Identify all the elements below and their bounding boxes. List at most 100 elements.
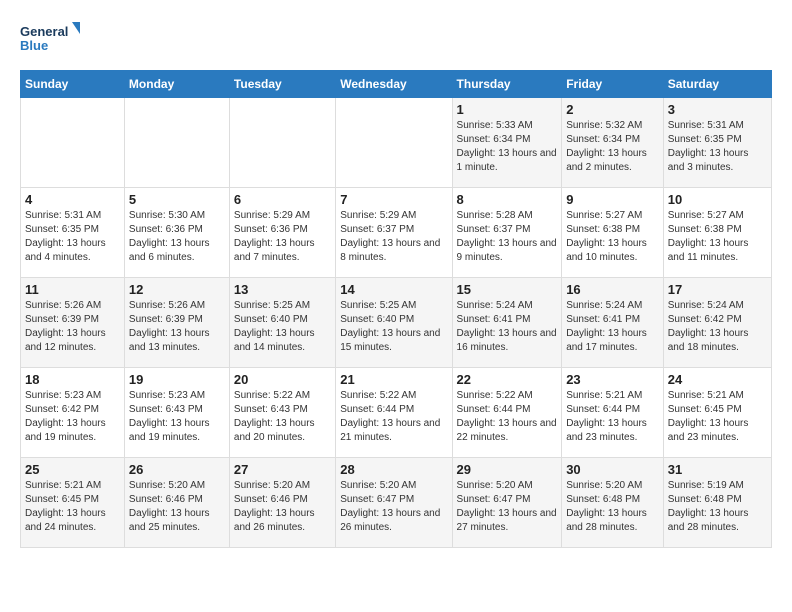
day-info: Sunrise: 5:20 AMSunset: 6:47 PMDaylight:… (340, 479, 447, 535)
day-cell-30: 30Sunrise: 5:20 AMSunset: 6:48 PMDayligh… (562, 458, 664, 548)
week-row-4: 18 Sunrise: 5:23 AMSunset: 6:42 PMDayligh… (21, 368, 772, 458)
day-number: 24 (668, 372, 767, 387)
day-cell-24: 24 Sunrise: 5:21 AMSunset: 6:45 PMDayligh… (663, 368, 771, 458)
header-cell-tuesday: Tuesday (229, 71, 335, 98)
day-cell-4: 4Sunrise: 5:31 AMSunset: 6:35 PMDaylight… (21, 188, 125, 278)
header-row: SundayMondayTuesdayWednesdayThursdayFrid… (21, 71, 772, 98)
header: General Blue (20, 20, 772, 60)
week-row-2: 4Sunrise: 5:31 AMSunset: 6:35 PMDaylight… (21, 188, 772, 278)
day-cell-21: 21 Sunrise: 5:22 AMSunset: 6:44 PMDayligh… (336, 368, 452, 458)
week-row-5: 25Sunrise: 5:21 AMSunset: 6:45 PMDayligh… (21, 458, 772, 548)
day-cell-23: 23 Sunrise: 5:21 AMSunset: 6:44 PMDayligh… (562, 368, 664, 458)
day-number: 19 (129, 372, 225, 387)
day-info: Sunrise: 5:19 AMSunset: 6:48 PMDaylight:… (668, 479, 767, 535)
day-number: 28 (340, 462, 447, 477)
header-cell-saturday: Saturday (663, 71, 771, 98)
header-cell-thursday: Thursday (452, 71, 562, 98)
day-info: Sunrise: 5:22 AMSunset: 6:44 PMDaylight:… (457, 389, 558, 445)
day-number: 10 (668, 192, 767, 207)
day-info: Sunrise: 5:21 AMSunset: 6:45 PMDaylight:… (668, 389, 767, 445)
day-number: 8 (457, 192, 558, 207)
day-info: Sunrise: 5:20 AMSunset: 6:47 PMDaylight:… (457, 479, 558, 535)
day-info: Sunrise: 5:22 AMSunset: 6:43 PMDaylight:… (234, 389, 331, 445)
week-row-3: 11Sunrise: 5:26 AMSunset: 6:39 PMDayligh… (21, 278, 772, 368)
day-info: Sunrise: 5:23 AMSunset: 6:42 PMDaylight:… (25, 389, 120, 445)
day-number: 1 (457, 102, 558, 117)
header-cell-wednesday: Wednesday (336, 71, 452, 98)
day-number: 23 (566, 372, 659, 387)
day-number: 17 (668, 282, 767, 297)
day-number: 21 (340, 372, 447, 387)
day-cell-5: 5Sunrise: 5:30 AMSunset: 6:36 PMDaylight… (124, 188, 229, 278)
day-number: 26 (129, 462, 225, 477)
day-cell-empty (336, 98, 452, 188)
header-cell-friday: Friday (562, 71, 664, 98)
day-info: Sunrise: 5:20 AMSunset: 6:46 PMDaylight:… (129, 479, 225, 535)
day-cell-29: 29 Sunrise: 5:20 AMSunset: 6:47 PMDayligh… (452, 458, 562, 548)
day-cell-9: 9Sunrise: 5:27 AMSunset: 6:38 PMDaylight… (562, 188, 664, 278)
day-number: 15 (457, 282, 558, 297)
day-number: 4 (25, 192, 120, 207)
day-cell-3: 3 Sunrise: 5:31 AMSunset: 6:35 PMDaylight… (663, 98, 771, 188)
day-cell-empty (229, 98, 335, 188)
day-cell-19: 19 Sunrise: 5:23 AMSunset: 6:43 PMDayligh… (124, 368, 229, 458)
day-cell-10: 10 Sunrise: 5:27 AMSunset: 6:38 PMDayligh… (663, 188, 771, 278)
day-number: 30 (566, 462, 659, 477)
day-info: Sunrise: 5:31 AMSunset: 6:35 PMDaylight:… (668, 119, 767, 175)
day-number: 11 (25, 282, 120, 297)
day-info: Sunrise: 5:20 AMSunset: 6:46 PMDaylight:… (234, 479, 331, 535)
day-cell-25: 25Sunrise: 5:21 AMSunset: 6:45 PMDayligh… (21, 458, 125, 548)
day-cell-20: 20 Sunrise: 5:22 AMSunset: 6:43 PMDayligh… (229, 368, 335, 458)
day-cell-14: 14 Sunrise: 5:25 AMSunset: 6:40 PMDayligh… (336, 278, 452, 368)
day-cell-1: 1Sunrise: 5:33 AMSunset: 6:34 PMDaylight… (452, 98, 562, 188)
day-cell-2: 2 Sunrise: 5:32 AMSunset: 6:34 PMDaylight… (562, 98, 664, 188)
day-number: 27 (234, 462, 331, 477)
day-number: 14 (340, 282, 447, 297)
day-number: 2 (566, 102, 659, 117)
day-info: Sunrise: 5:25 AMSunset: 6:40 PMDaylight:… (340, 299, 447, 355)
day-number: 5 (129, 192, 225, 207)
logo-svg: General Blue (20, 20, 80, 60)
day-cell-31: 31 Sunrise: 5:19 AMSunset: 6:48 PMDayligh… (663, 458, 771, 548)
day-info: Sunrise: 5:27 AMSunset: 6:38 PMDaylight:… (668, 209, 767, 265)
day-info: Sunrise: 5:25 AMSunset: 6:40 PMDaylight:… (234, 299, 331, 355)
day-info: Sunrise: 5:29 AMSunset: 6:36 PMDaylight:… (234, 209, 331, 265)
day-number: 16 (566, 282, 659, 297)
day-info: Sunrise: 5:22 AMSunset: 6:44 PMDaylight:… (340, 389, 447, 445)
day-number: 29 (457, 462, 558, 477)
day-info: Sunrise: 5:27 AMSunset: 6:38 PMDaylight:… (566, 209, 659, 265)
day-cell-11: 11Sunrise: 5:26 AMSunset: 6:39 PMDayligh… (21, 278, 125, 368)
day-cell-22: 22 Sunrise: 5:22 AMSunset: 6:44 PMDayligh… (452, 368, 562, 458)
day-info: Sunrise: 5:23 AMSunset: 6:43 PMDaylight:… (129, 389, 225, 445)
day-cell-8: 8 Sunrise: 5:28 AMSunset: 6:37 PMDaylight… (452, 188, 562, 278)
day-cell-7: 7Sunrise: 5:29 AMSunset: 6:37 PMDaylight… (336, 188, 452, 278)
day-cell-empty (21, 98, 125, 188)
day-number: 7 (340, 192, 447, 207)
day-info: Sunrise: 5:28 AMSunset: 6:37 PMDaylight:… (457, 209, 558, 265)
calendar-table: SundayMondayTuesdayWednesdayThursdayFrid… (20, 70, 772, 548)
header-cell-sunday: Sunday (21, 71, 125, 98)
day-cell-6: 6 Sunrise: 5:29 AMSunset: 6:36 PMDaylight… (229, 188, 335, 278)
day-info: Sunrise: 5:21 AMSunset: 6:45 PMDaylight:… (25, 479, 120, 535)
day-cell-13: 13Sunrise: 5:25 AMSunset: 6:40 PMDayligh… (229, 278, 335, 368)
day-number: 3 (668, 102, 767, 117)
week-row-1: 1Sunrise: 5:33 AMSunset: 6:34 PMDaylight… (21, 98, 772, 188)
day-number: 18 (25, 372, 120, 387)
day-cell-27: 27 Sunrise: 5:20 AMSunset: 6:46 PMDayligh… (229, 458, 335, 548)
day-cell-12: 12Sunrise: 5:26 AMSunset: 6:39 PMDayligh… (124, 278, 229, 368)
header-cell-monday: Monday (124, 71, 229, 98)
day-number: 31 (668, 462, 767, 477)
day-number: 6 (234, 192, 331, 207)
day-number: 20 (234, 372, 331, 387)
day-info: Sunrise: 5:24 AMSunset: 6:41 PMDaylight:… (457, 299, 558, 355)
day-number: 22 (457, 372, 558, 387)
day-info: Sunrise: 5:21 AMSunset: 6:44 PMDaylight:… (566, 389, 659, 445)
day-info: Sunrise: 5:32 AMSunset: 6:34 PMDaylight:… (566, 119, 659, 175)
day-cell-18: 18 Sunrise: 5:23 AMSunset: 6:42 PMDayligh… (21, 368, 125, 458)
day-cell-16: 16 Sunrise: 5:24 AMSunset: 6:41 PMDayligh… (562, 278, 664, 368)
svg-text:Blue: Blue (20, 38, 48, 53)
day-cell-28: 28 Sunrise: 5:20 AMSunset: 6:47 PMDayligh… (336, 458, 452, 548)
day-cell-17: 17 Sunrise: 5:24 AMSunset: 6:42 PMDayligh… (663, 278, 771, 368)
day-info: Sunrise: 5:24 AMSunset: 6:41 PMDaylight:… (566, 299, 659, 355)
day-info: Sunrise: 5:24 AMSunset: 6:42 PMDaylight:… (668, 299, 767, 355)
